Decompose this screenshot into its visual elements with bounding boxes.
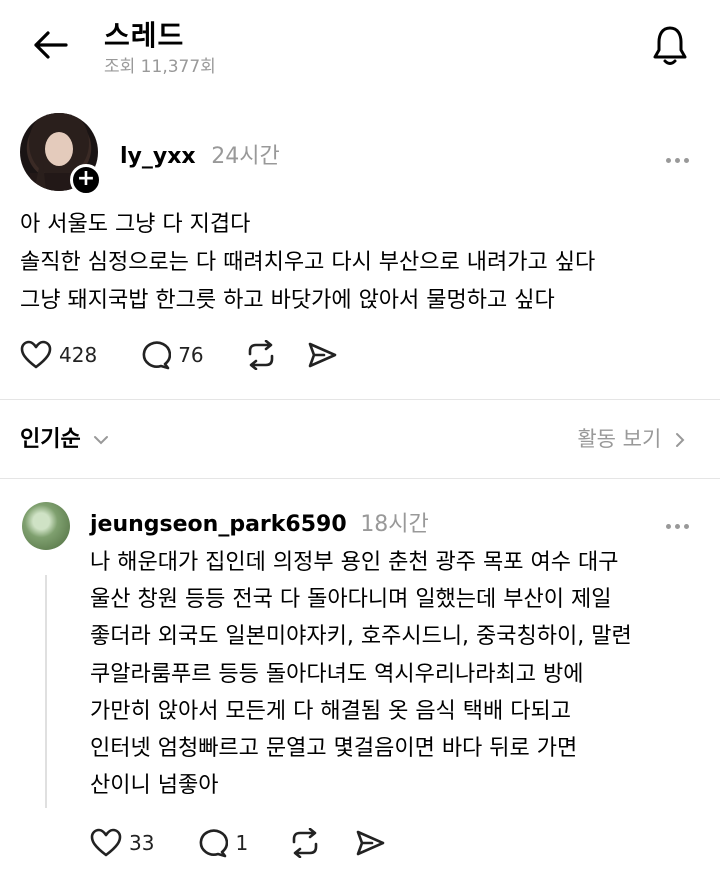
view-activity-link[interactable]: 활동 보기 xyxy=(577,423,686,453)
chevron-down-icon xyxy=(94,436,109,445)
heart-icon xyxy=(90,828,122,857)
chevron-right-icon xyxy=(676,433,685,447)
activity-label: 활동 보기 xyxy=(577,427,662,451)
repost-icon xyxy=(248,340,273,370)
reply-text: 나 해운대가 집인데 의정부 용인 춘천 광주 목포 여수 대구 울산 창원 등… xyxy=(90,550,632,799)
sort-label: 인기순 xyxy=(20,427,81,452)
post-actions: 428 76 xyxy=(20,340,338,370)
repost-icon xyxy=(292,828,318,858)
back-arrow-icon xyxy=(34,31,68,59)
view-count: 조회 11,377회 xyxy=(104,57,216,77)
repost-button[interactable] xyxy=(288,828,322,858)
like-button[interactable]: 428 xyxy=(20,340,97,370)
reply-username[interactable]: jeungseon_park6590 xyxy=(90,512,347,537)
divider xyxy=(0,399,720,400)
bell-icon xyxy=(653,26,687,65)
comment-button[interactable]: 76 xyxy=(139,340,204,370)
more-icon[interactable] xyxy=(666,514,696,529)
heart-icon xyxy=(20,340,52,369)
sort-dropdown[interactable]: 인기순 xyxy=(20,421,110,453)
reply-author[interactable]: jeungseon_park6590 18시간 xyxy=(90,506,429,538)
like-button[interactable]: 33 xyxy=(90,828,154,858)
plus-icon: + xyxy=(76,166,96,191)
post-author[interactable]: ly_yxx 24시간 xyxy=(120,138,280,170)
page-title: 스레드 xyxy=(104,19,185,52)
comment-count: 1 xyxy=(235,831,249,855)
comment-button[interactable]: 1 xyxy=(196,828,248,858)
share-button[interactable] xyxy=(306,340,338,370)
comment-count: 76 xyxy=(178,343,204,367)
like-count: 33 xyxy=(129,831,155,855)
comment-icon xyxy=(200,829,229,858)
share-button[interactable] xyxy=(354,828,386,858)
back-button[interactable] xyxy=(30,28,70,62)
divider xyxy=(0,478,720,479)
thread-line xyxy=(45,575,47,808)
follow-plus-button[interactable]: + xyxy=(70,164,102,196)
reply-avatar[interactable] xyxy=(22,502,70,550)
more-icon[interactable] xyxy=(666,148,696,163)
post-time: 24시간 xyxy=(211,144,280,169)
share-icon xyxy=(308,342,336,368)
repost-button[interactable] xyxy=(244,340,278,370)
like-count: 428 xyxy=(59,343,98,367)
reply-actions: 33 1 xyxy=(90,828,386,858)
share-icon xyxy=(356,830,385,856)
post-username[interactable]: ly_yxx xyxy=(120,144,196,169)
notification-button[interactable] xyxy=(650,24,690,68)
post-text: 아 서울도 그냥 다 지겹다 솔직한 심정으로는 다 때려치우고 다시 부산으로… xyxy=(20,212,596,313)
reply-time: 18시간 xyxy=(360,512,429,537)
comment-icon xyxy=(142,341,172,370)
